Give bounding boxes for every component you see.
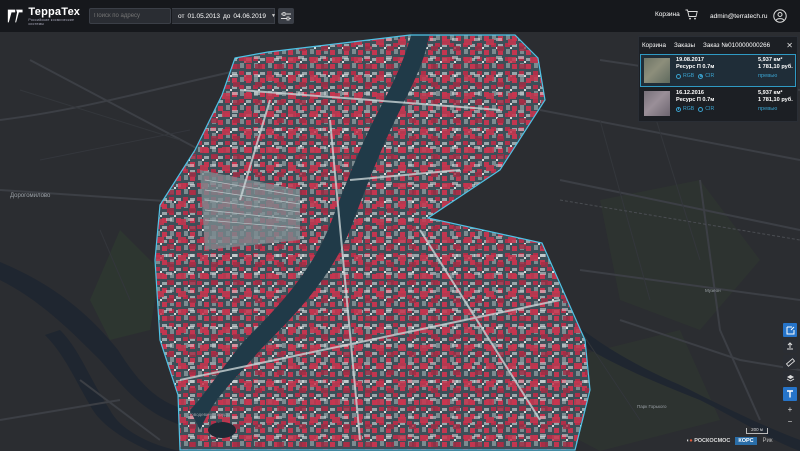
radio-cir-label: CIR — [705, 106, 715, 112]
date-range-picker[interactable]: от 01.05.2013 до 04.06.2019 ▼ — [172, 8, 276, 24]
order-image-item[interactable]: 19.08.2017 Ресурс П 0.7м 5,937 км² 1 781… — [640, 54, 796, 87]
map-label: Парк Горького — [637, 404, 667, 409]
rik-logo: Рик — [762, 438, 773, 444]
zoom-out-button[interactable]: − — [783, 415, 797, 427]
date-to-value: 04.06.2019 — [233, 12, 266, 20]
order-image-item[interactable]: 16.12.2016 Ресурс П 0.7м 5,937 км² 1 781… — [640, 87, 796, 120]
radio-rgb[interactable] — [676, 73, 681, 79]
preview-link[interactable]: превью — [758, 73, 777, 79]
chevron-down-icon: ▼ — [270, 13, 276, 19]
draw-polygon-button[interactable] — [783, 323, 797, 337]
orders-panel: Корзина Заказы Заказ №010000000266 ✕ 19.… — [638, 36, 798, 122]
logo-subtitle: Российские космические системы — [28, 18, 75, 26]
kors-logo: КОРС — [735, 437, 757, 445]
zoom-in-button[interactable]: + — [783, 403, 797, 415]
logo[interactable]: ТерраТех Российские космические системы — [6, 6, 86, 26]
image-price: 1 781,10 руб. — [758, 97, 793, 103]
tab-order-detail[interactable]: Заказ №010000000266 — [703, 42, 770, 49]
panel-tabs: Корзина Заказы Заказ №010000000266 — [639, 37, 797, 54]
map-toolbar: + − — [783, 323, 797, 427]
map-label: Дорогомилово — [10, 193, 51, 199]
band-mode-selector: RGB CIR — [676, 106, 718, 112]
layers-icon — [786, 374, 794, 382]
image-date: 19.08.2017 — [676, 57, 704, 63]
text-icon — [787, 390, 793, 398]
radio-cir-label: CIR — [705, 73, 715, 79]
radio-rgb-label: RGB — [683, 106, 695, 112]
radio-rgb-label: RGB — [683, 73, 695, 79]
cart-label: Корзина — [655, 11, 680, 18]
image-area: 5,937 км² — [758, 90, 783, 96]
app-root: Дорогомилово Новодевичьи пруды Парк Горь… — [0, 0, 800, 451]
image-date: 16.12.2016 — [676, 90, 704, 96]
cart-button[interactable]: Корзина — [655, 9, 698, 20]
image-price: 1 781,10 руб. — [758, 64, 793, 70]
layers-button[interactable] — [783, 371, 797, 385]
radio-cir[interactable] — [698, 73, 704, 79]
preview-link[interactable]: превью — [758, 106, 777, 112]
band-mode-selector: RGB CIR — [676, 73, 718, 79]
image-area: 5,937 км² — [758, 57, 783, 63]
radio-cir[interactable] — [698, 106, 704, 112]
user-menu[interactable]: admin@terratech.ru — [710, 9, 787, 23]
image-thumbnail[interactable] — [644, 91, 670, 116]
address-search-input[interactable] — [89, 8, 171, 24]
logo-title: ТерраТех — [28, 6, 81, 18]
ruler-button[interactable] — [783, 355, 797, 369]
radio-rgb[interactable] — [676, 106, 681, 112]
text-tool-button[interactable] — [783, 387, 797, 401]
upload-button[interactable] — [783, 339, 797, 353]
sliders-icon — [281, 11, 291, 20]
image-thumbnail[interactable] — [644, 58, 670, 83]
user-avatar-icon — [772, 9, 787, 23]
tab-orders[interactable]: Заказы — [674, 42, 695, 49]
draw-area-icon — [786, 326, 794, 334]
ruler-icon — [785, 357, 795, 367]
logo-icon — [7, 9, 23, 23]
tab-cart[interactable]: Корзина — [642, 42, 666, 49]
date-to-label: до — [223, 12, 231, 20]
user-email: admin@terratech.ru — [710, 12, 768, 20]
map-label: Музеон — [705, 288, 721, 293]
close-icon[interactable]: ✕ — [786, 41, 793, 50]
date-from-label: от — [178, 12, 185, 20]
date-from-value: 01.05.2013 — [187, 12, 220, 20]
top-bar: ТерраТех Российские космические системы … — [0, 0, 800, 32]
map-label: Новодевичьи пруды — [188, 412, 230, 417]
filter-settings-button[interactable] — [278, 8, 294, 24]
upload-icon — [787, 342, 793, 350]
cart-icon — [685, 9, 698, 20]
image-satellite: Ресурс П 0.7м — [676, 97, 715, 103]
scale-bar: 200 м — [746, 427, 768, 434]
partner-logos: ◖● РОСКОСМОС КОРС Рик — [686, 437, 773, 445]
roscosmos-logo: ◖● РОСКОСМОС — [686, 438, 731, 444]
image-satellite: Ресурс П 0.7м — [676, 64, 715, 70]
